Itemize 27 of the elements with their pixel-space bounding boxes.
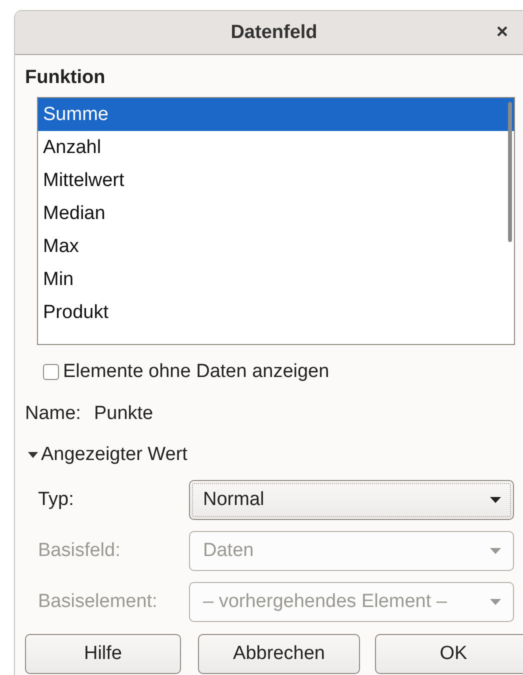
- dropdown[interactable]: Normal: [189, 480, 514, 520]
- field-label: Name:: [25, 403, 81, 425]
- expander[interactable]: Angezeigter Wert: [28, 444, 188, 466]
- field-label: Basiselement:: [38, 591, 158, 613]
- caret-icon: [490, 548, 501, 554]
- list-item[interactable]: Min: [38, 263, 514, 296]
- list-item[interactable]: Max: [38, 230, 514, 263]
- close-button[interactable]: ×: [496, 21, 508, 44]
- list-item[interactable]: Mittelwert: [38, 164, 514, 197]
- dialog-button[interactable]: OK: [375, 634, 523, 674]
- triangle-icon: [28, 452, 38, 458]
- field-label: Basisfeld:: [38, 540, 122, 562]
- caret-icon: [490, 497, 501, 503]
- checkbox[interactable]: [43, 364, 59, 380]
- section-label: Funktion: [25, 67, 106, 89]
- dialog-button[interactable]: Hilfe: [25, 634, 181, 674]
- scrollbar-thumb[interactable]: [508, 102, 512, 242]
- list-item[interactable]: Anzahl: [38, 131, 514, 164]
- field-label: Typ:: [38, 489, 75, 511]
- list-item[interactable]: Summe: [38, 98, 514, 131]
- window-title: Datenfeld: [230, 22, 318, 44]
- checkbox-label: Elemente ohne Daten anzeigen: [63, 361, 330, 383]
- caret-icon: [490, 599, 501, 605]
- list-item[interactable]: Median: [38, 197, 514, 230]
- list-item[interactable]: Produkt: [38, 296, 514, 329]
- field-value: Punkte: [94, 403, 154, 425]
- dialog-button[interactable]: Abbrechen: [198, 634, 360, 674]
